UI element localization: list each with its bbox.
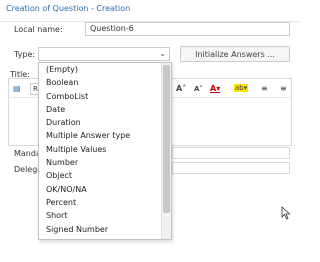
type-option[interactable]: Multiple Answer type xyxy=(39,129,163,142)
source-view-icon[interactable]: ▤ xyxy=(13,84,21,93)
type-select[interactable]: ⌄ xyxy=(38,47,170,61)
type-option[interactable]: Signed Number xyxy=(39,223,163,236)
type-label: Type: xyxy=(14,50,36,59)
align-left-icon[interactable]: ≡ xyxy=(261,84,268,93)
font-size-decrease-icon[interactable]: A˅ xyxy=(194,85,203,93)
mouse-cursor-icon xyxy=(281,206,291,220)
type-options: (Empty) Boolean ComboList Date Duration Multi… xyxy=(39,63,163,239)
chevron-down-icon[interactable]: ⌄ xyxy=(159,49,166,58)
mandatory-field[interactable] xyxy=(172,147,290,159)
initialize-answers-button[interactable]: Initialize Answers ... xyxy=(180,46,290,62)
dialog-title: Creation of Question - Creation xyxy=(0,0,300,22)
type-option[interactable]: Object xyxy=(39,169,163,182)
type-option[interactable]: Date xyxy=(39,103,163,116)
type-option[interactable]: (Empty) xyxy=(39,63,163,76)
type-option[interactable]: Boolean xyxy=(39,76,163,89)
type-option[interactable]: Number xyxy=(39,156,163,169)
local-name-label: Local name: xyxy=(14,25,63,34)
font-color-icon[interactable]: A▾ xyxy=(210,84,220,93)
type-dropdown-list[interactable]: (Empty) Boolean ComboList Date Duration Multi… xyxy=(38,62,172,240)
delegation-field[interactable] xyxy=(172,162,290,174)
align-center-icon[interactable]: ≡ xyxy=(280,84,287,93)
highlight-color-icon[interactable]: ab▾ xyxy=(234,84,249,92)
type-option[interactable]: String xyxy=(39,236,163,239)
type-option[interactable]: Percent xyxy=(39,196,163,209)
type-option[interactable]: Duration xyxy=(39,116,163,129)
type-option[interactable]: Short xyxy=(39,209,163,222)
type-option[interactable]: ComboList xyxy=(39,90,163,103)
type-option[interactable]: Multiple Values xyxy=(39,143,163,156)
local-name-input[interactable]: Question-6 xyxy=(85,22,290,36)
type-option[interactable]: OK/NO/NA xyxy=(39,183,163,196)
dropdown-scrollbar[interactable] xyxy=(161,63,171,239)
font-size-increase-icon[interactable]: A˄ xyxy=(176,84,186,93)
dropdown-scroll-thumb[interactable] xyxy=(163,65,170,213)
